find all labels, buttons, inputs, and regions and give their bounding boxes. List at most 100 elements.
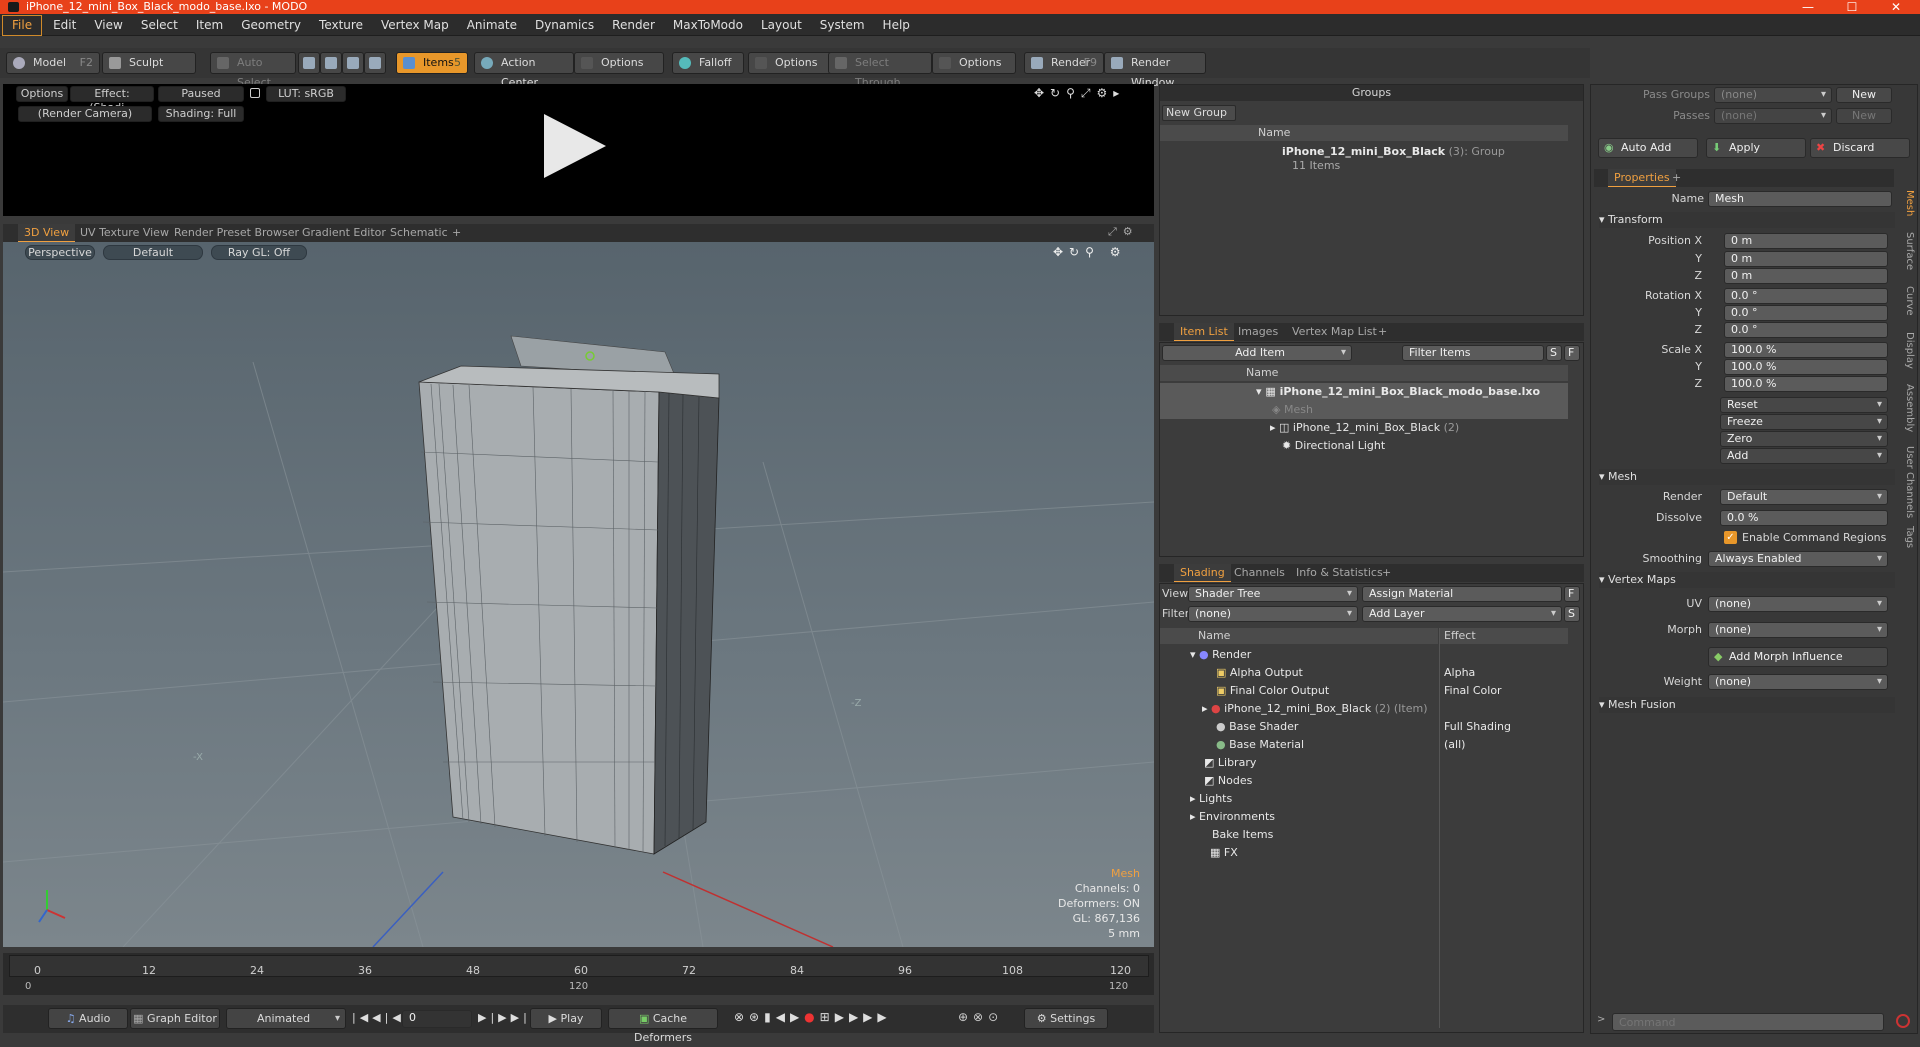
timeline-ruler[interactable]: 0 12 24 36 48 60 72 84 96 108 120 <box>9 955 1149 977</box>
shader-row-bake-items[interactable]: Bake Items <box>1160 826 1438 844</box>
side-tab-tags[interactable]: Tags <box>1898 526 1915 548</box>
side-tab-assembly[interactable]: Assembly <box>1898 384 1915 432</box>
filter-items-input[interactable]: Filter Items <box>1402 345 1544 361</box>
graph-editor-button[interactable]: ▦ Graph Editor <box>130 1008 220 1029</box>
weight-dropdown[interactable]: (none) <box>1708 674 1888 690</box>
item-row-scene[interactable]: ▾ ▦ iPhone_12_mini_Box_Black_modo_base.l… <box>1160 383 1568 401</box>
shading-f-button[interactable]: F <box>1564 586 1580 602</box>
add-tab-button[interactable]: + <box>1372 323 1393 341</box>
render-window-button[interactable]: Render Window <box>1104 52 1206 89</box>
play-button[interactable]: ▶ Play <box>530 1008 602 1029</box>
preview-lut-dropdown[interactable]: LUT: sRGB <box>266 86 346 102</box>
preview-nav-icons[interactable]: ✥↻⚲⤢⚙▸ <box>1034 86 1125 101</box>
tab-render-preset-browser[interactable]: Render Preset Browser <box>168 224 305 242</box>
close-icon[interactable]: ✕ <box>1876 0 1916 14</box>
add-tab-button[interactable]: + <box>446 224 467 242</box>
mesh-section[interactable]: ▾ Mesh <box>1599 469 1895 485</box>
preview-paused-button[interactable]: Paused <box>158 86 244 102</box>
menu-animate[interactable]: Animate <box>458 15 526 36</box>
tab-uv-texture-view[interactable]: UV Texture View <box>74 224 175 242</box>
pass-groups-dropdown[interactable]: (none) <box>1714 87 1832 103</box>
mesh-fusion-section[interactable]: ▾ Mesh Fusion <box>1599 697 1895 713</box>
add-morph-influence-button[interactable]: ◆ Add Morph Influence <box>1708 647 1888 667</box>
preview-options-button[interactable]: Options <box>16 86 68 102</box>
falloff-options-button[interactable]: Options <box>748 52 838 74</box>
position-y-field[interactable]: 0 m <box>1724 251 1888 267</box>
add-item-dropdown[interactable]: Add Item <box>1162 345 1352 361</box>
shader-row-group[interactable]: ▸ ● iPhone_12_mini_Box_Black (2) (Item) <box>1160 700 1568 718</box>
command-input[interactable] <box>1612 1013 1884 1031</box>
vertex-maps-section[interactable]: ▾ Vertex Maps <box>1599 572 1895 588</box>
add-tab-button[interactable]: + <box>1376 564 1397 582</box>
record-controls-icons[interactable]: ⊗⊛▮◀▶●⊞▶▶▶▶ <box>734 1010 892 1024</box>
menu-view[interactable]: View <box>85 15 131 36</box>
shader-row-fx[interactable]: ▦ FX <box>1160 844 1438 862</box>
tab-gradient-editor[interactable]: Gradient Editor <box>296 224 392 242</box>
preview-shading-dropdown[interactable]: Shading: Full <box>158 106 244 122</box>
menu-help[interactable]: Help <box>874 15 919 36</box>
animated-dropdown[interactable]: Animated <box>226 1008 346 1029</box>
side-tab-surface[interactable]: Surface <box>1898 232 1915 270</box>
shader-row-render[interactable]: ▾ ● Render <box>1160 646 1438 664</box>
menu-render[interactable]: Render <box>603 15 664 36</box>
viewport-expand-icon[interactable]: ⤢⚙ <box>1108 225 1139 239</box>
passes-dropdown[interactable]: (none) <box>1714 108 1832 124</box>
tab-shading[interactable]: Shading <box>1174 564 1231 582</box>
action-center-button[interactable]: Action Center <box>474 52 574 89</box>
position-z-field[interactable]: 0 m <box>1724 268 1888 284</box>
side-tab-mesh[interactable]: Mesh <box>1898 190 1915 216</box>
shading-s-button[interactable]: S <box>1564 606 1580 622</box>
tab-info-statistics[interactable]: Info & Statistics <box>1290 564 1389 582</box>
render-button[interactable]: Render F9 <box>1024 52 1104 74</box>
maximize-icon[interactable]: ☐ <box>1832 0 1872 14</box>
item-row-group[interactable]: ▸ ◫ iPhone_12_mini_Box_Black (2) <box>1160 419 1568 437</box>
tab-schematic[interactable]: Schematic <box>384 224 454 242</box>
items-button[interactable]: Items 5 <box>396 52 468 74</box>
item-row-mesh[interactable]: ◈ Mesh <box>1160 401 1568 419</box>
menu-file[interactable]: File <box>2 15 43 36</box>
item-row-light[interactable]: ✹ Directional Light <box>1160 437 1568 455</box>
menu-edit[interactable]: Edit <box>44 15 85 36</box>
smoothing-dropdown[interactable]: Always Enabled <box>1708 551 1888 567</box>
record-macro-icon[interactable] <box>1896 1014 1910 1028</box>
scale-z-field[interactable]: 100.0 % <box>1724 376 1888 392</box>
menu-system[interactable]: System <box>811 15 874 36</box>
tab-item-list[interactable]: Item List <box>1174 323 1234 341</box>
side-tab-user-channels[interactable]: User Channels <box>1898 446 1915 518</box>
render-dropdown[interactable]: Default <box>1720 489 1888 505</box>
shader-row-nodes[interactable]: ◩ Nodes <box>1160 772 1438 790</box>
shader-row-lights[interactable]: ▸ Lights <box>1160 790 1438 808</box>
add-tab-button[interactable]: + <box>1666 169 1687 187</box>
settings-button[interactable]: ⚙ Settings <box>1024 1008 1108 1029</box>
name-input[interactable]: Mesh <box>1708 191 1892 207</box>
new-group-button[interactable]: New Group <box>1162 105 1236 121</box>
tab-images[interactable]: Images <box>1232 323 1284 341</box>
tab-vertex-map-list[interactable]: Vertex Map List <box>1286 323 1383 341</box>
perspective-dropdown[interactable]: Perspective <box>25 245 95 260</box>
shader-row-alpha-output[interactable]: ▣ Alpha Output Alpha <box>1160 664 1568 682</box>
shader-row-base-shader[interactable]: ● Base Shader Full Shading <box>1160 718 1568 736</box>
auto-add-button[interactable]: ◉ Auto Add <box>1598 138 1698 158</box>
vertex-mode-icon[interactable] <box>298 52 320 74</box>
action-center-options-button[interactable]: Options <box>574 52 664 74</box>
default-style-dropdown[interactable]: Default <box>103 245 203 260</box>
menu-dynamics[interactable]: Dynamics <box>526 15 603 36</box>
rotation-y-field[interactable]: 0.0 ° <box>1724 305 1888 321</box>
key-icons[interactable]: ⊕⊗⊙ <box>958 1010 1003 1024</box>
group-row[interactable]: iPhone_12_mini_Box_Black (3): Group <box>1160 143 1568 161</box>
filter-dropdown[interactable]: (none) <box>1188 606 1358 622</box>
shader-row-environments[interactable]: ▸ Environments <box>1160 808 1438 826</box>
shader-row-final-color[interactable]: ▣ Final Color Output Final Color <box>1160 682 1568 700</box>
transport-next-icons[interactable]: ▶|▶▶| <box>478 1011 531 1024</box>
transform-section[interactable]: ▾ Transform <box>1599 212 1895 228</box>
menu-item[interactable]: Item <box>187 15 232 36</box>
tab-channels[interactable]: Channels <box>1228 564 1291 582</box>
discard-button[interactable]: ✖ Discard <box>1810 138 1910 158</box>
edge-mode-icon[interactable] <box>320 52 342 74</box>
audio-button[interactable]: ♫ Audio <box>48 1008 128 1029</box>
3d-viewport[interactable]: Perspective Default Ray GL: Off ✥↻⚲ ⚙ -X… <box>3 242 1154 947</box>
menu-geometry[interactable]: Geometry <box>232 15 310 36</box>
command-expand-icon[interactable]: > <box>1597 1014 1605 1025</box>
shader-row-library[interactable]: ◩ Library <box>1160 754 1438 772</box>
shader-row-base-material[interactable]: ● Base Material (all) <box>1160 736 1568 754</box>
